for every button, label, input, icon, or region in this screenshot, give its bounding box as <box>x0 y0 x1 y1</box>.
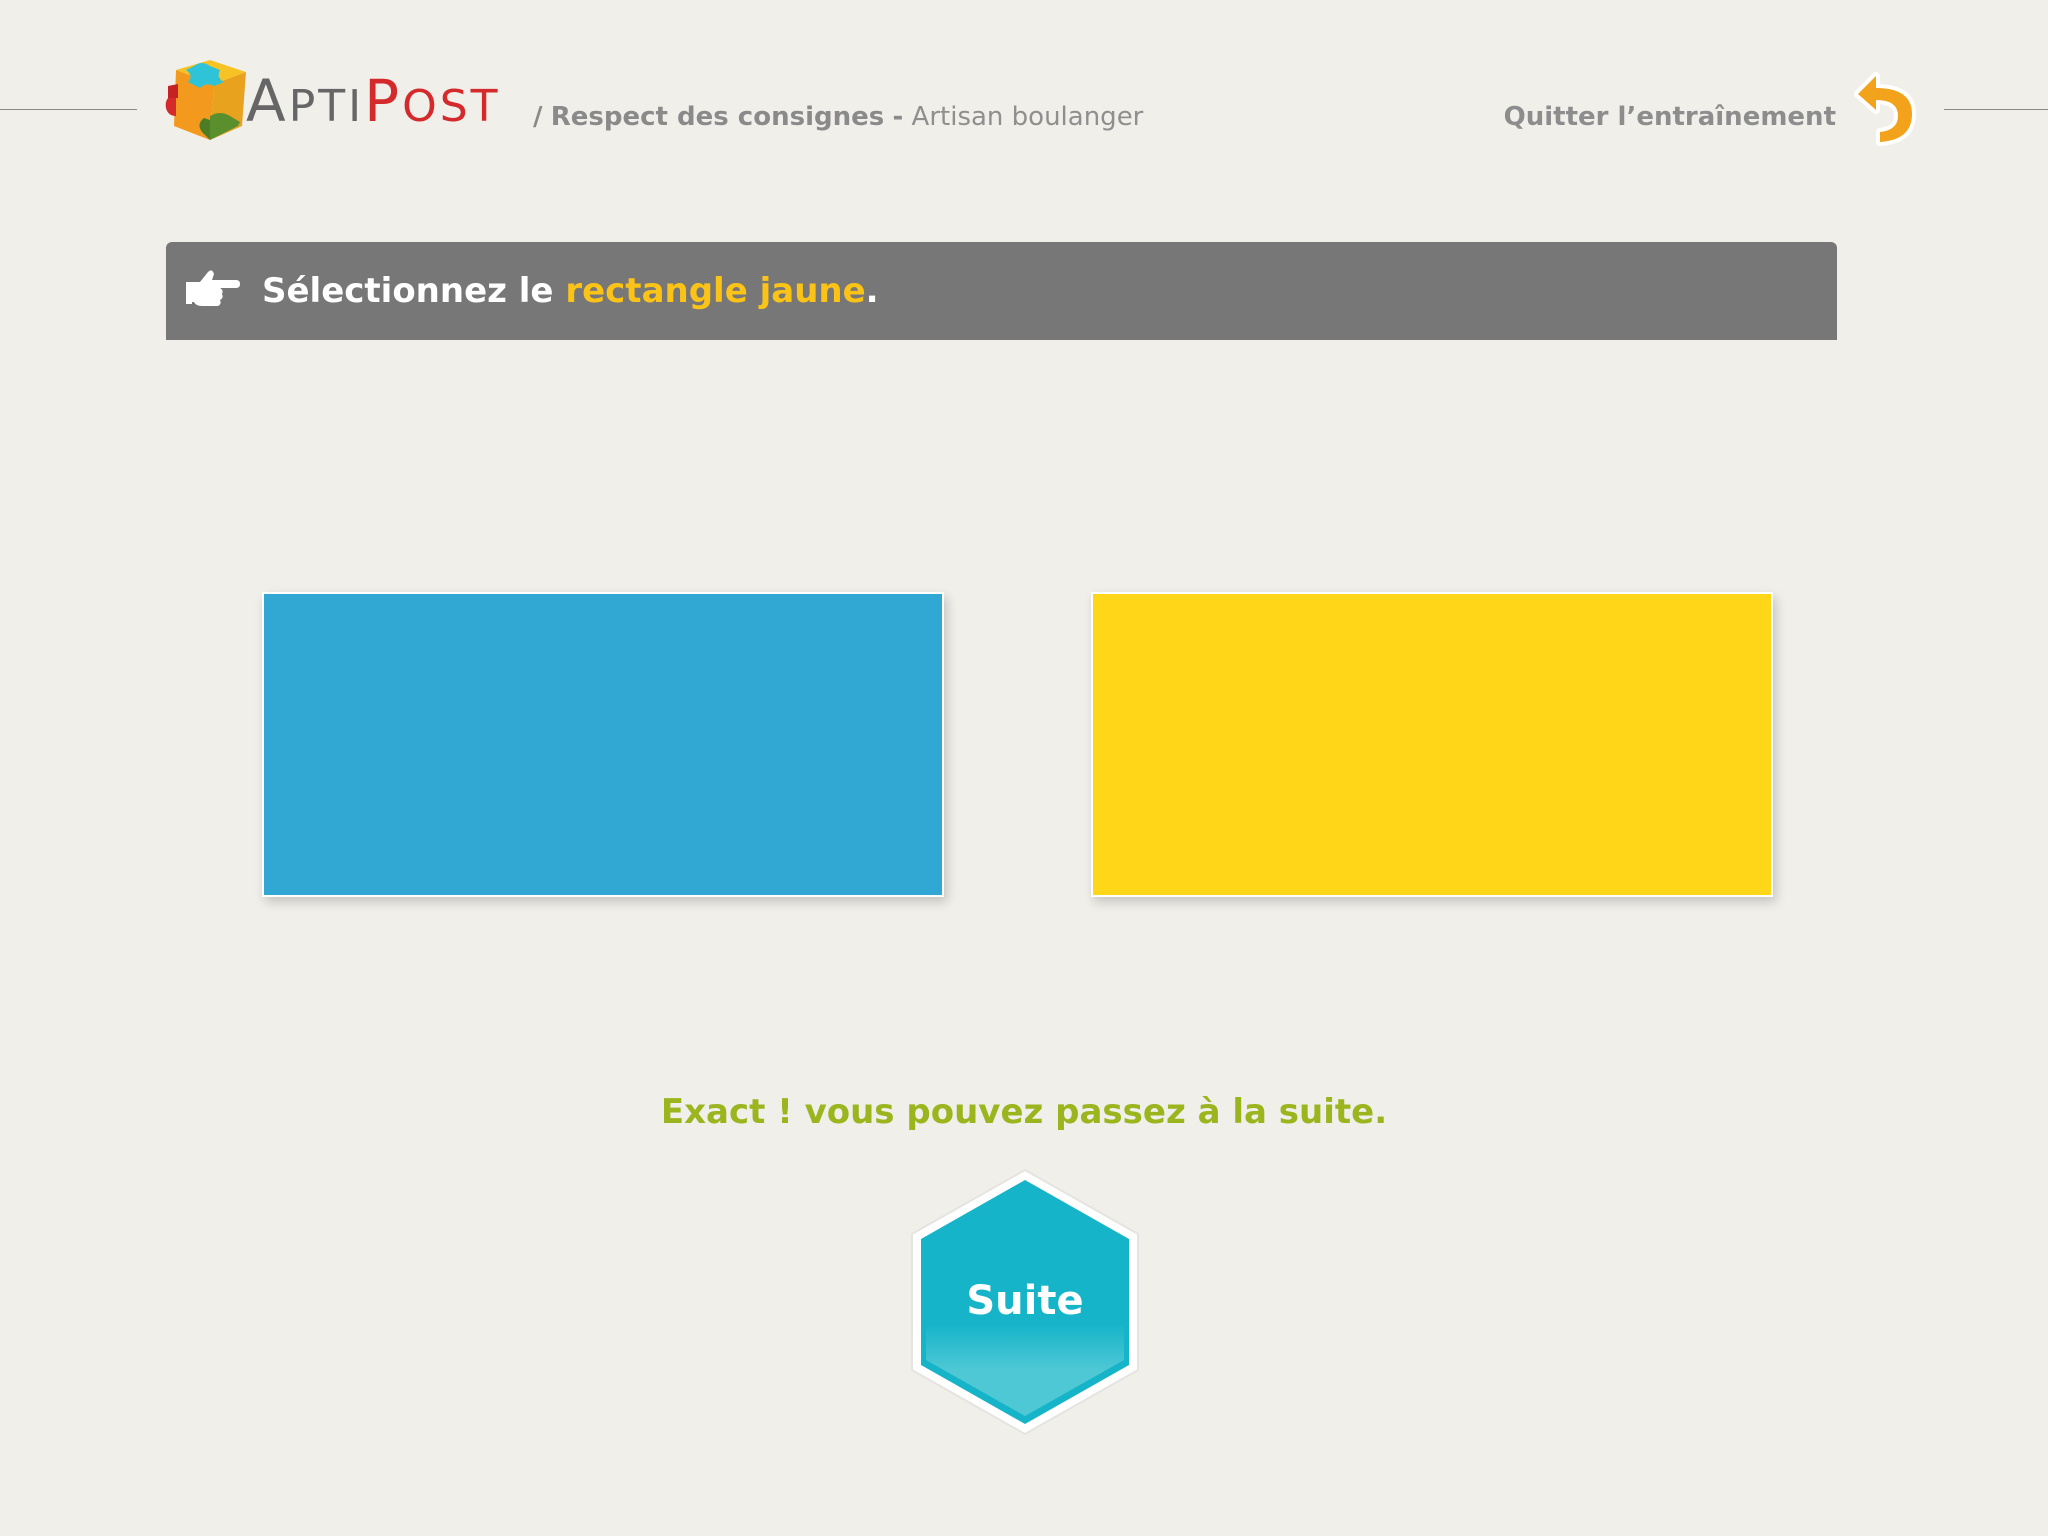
quit-training-label: Quitter l’entraînement <box>1503 102 1836 132</box>
puzzle-cube-icon <box>165 60 246 140</box>
suite-button-label: Suite <box>966 1278 1084 1324</box>
quit-training-button[interactable]: Quitter l’entraînement <box>1460 70 1920 150</box>
feedback-message: Exact ! vous pouvez passez à la suite. <box>660 1092 1388 1132</box>
breadcrumb-profile: Artisan boulanger <box>911 102 1144 132</box>
instruction-text: Sélectionnez le rectangle jaune. <box>262 270 879 312</box>
instruction-highlight: rectangle jaune <box>565 271 866 311</box>
pointing-hand-icon <box>186 270 240 306</box>
breadcrumb-section: Respect des consignes <box>550 102 885 132</box>
brand-apti-rest: PTI <box>288 81 365 132</box>
instruction-text-start: Sélectionnez le <box>262 271 566 311</box>
blue-rectangle-choice[interactable] <box>262 592 944 897</box>
header-divider-left <box>0 109 137 110</box>
instruction-text-end: . <box>865 271 879 311</box>
brand-wordmark: APTIPOST <box>246 72 501 130</box>
breadcrumb-separator: / <box>533 102 543 132</box>
brand-apti-initial: A <box>246 67 289 135</box>
return-arrow-icon <box>1854 72 1916 146</box>
brand-post-rest: OST <box>402 81 501 132</box>
breadcrumb-dash: - <box>892 102 904 132</box>
aptipost-logo[interactable]: APTIPOST <box>164 56 504 142</box>
breadcrumb: / Respect des consignes - Artisan boulan… <box>533 100 1143 134</box>
yellow-rectangle-choice[interactable] <box>1091 592 1773 897</box>
suite-button[interactable]: Suite <box>900 1164 1150 1440</box>
brand-post-initial: P <box>364 67 403 135</box>
header-divider-right <box>1944 109 2048 110</box>
instruction-bar: Sélectionnez le rectangle jaune. <box>166 242 1837 340</box>
